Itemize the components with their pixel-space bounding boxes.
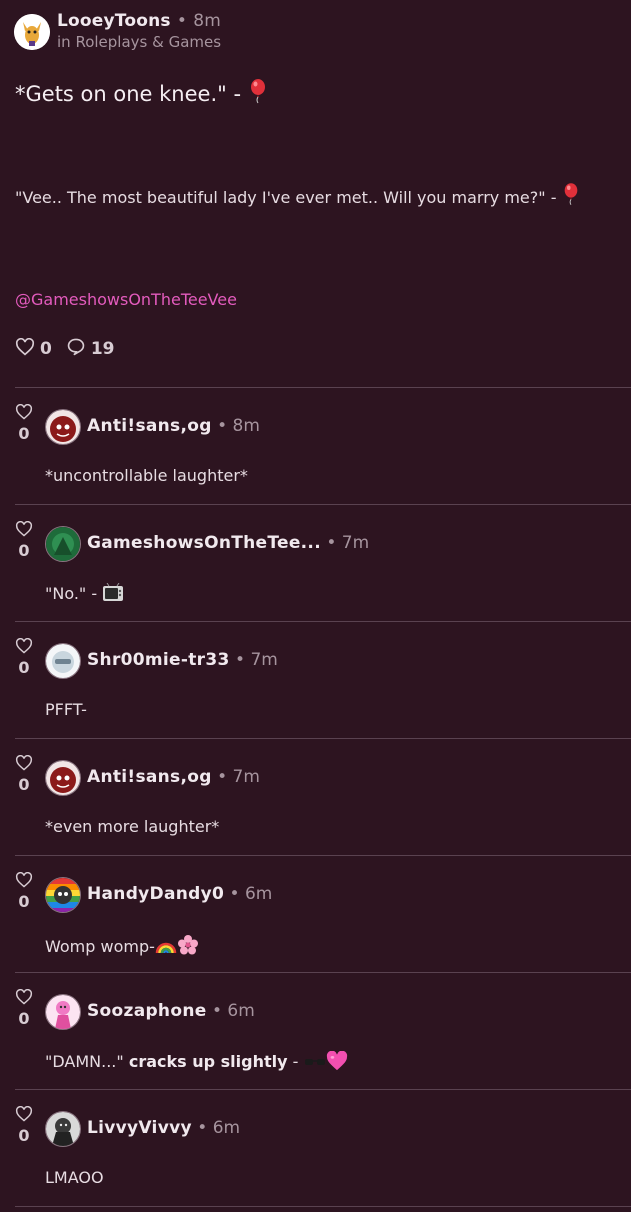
separator-dot: •: [217, 416, 228, 436]
comment-author-name[interactable]: GameshowsOnTheTee...: [87, 533, 321, 553]
pink-heart-emoji: [326, 1050, 348, 1075]
comments-list: 0 Anti!sans,og • 8m *uncontrollable laug…: [15, 387, 631, 1206]
comment-item: 0 Anti!sans,og • 8m *uncontrollable laug…: [15, 387, 631, 504]
post-time: 8m: [193, 11, 221, 31]
comment-like-count: 0: [18, 775, 30, 794]
divider: [15, 1206, 631, 1207]
post-body-text: "Vee.. The most beautiful lady I've ever…: [15, 188, 557, 207]
comment-like-button[interactable]: 0: [15, 520, 33, 560]
post-community[interactable]: in Roleplays & Games: [57, 31, 221, 53]
comment-time: 7m: [250, 650, 278, 670]
separator-dot: •: [176, 11, 188, 31]
post-body: "Vee.. The most beautiful lady I've ever…: [15, 182, 580, 210]
comment-item: 0 Anti!sans,og • 7m *even more laughter*: [15, 738, 631, 855]
post-title: *Gets on one knee." -: [15, 78, 268, 109]
comment-time: 7m: [232, 767, 260, 787]
heart-outline-icon: [15, 1105, 33, 1122]
comment-text: "No." -: [45, 582, 124, 607]
comment-text: Womp womp-: [45, 934, 199, 960]
separator-dot: •: [211, 1001, 222, 1021]
post-comment-button[interactable]: 19: [66, 337, 115, 361]
heart-outline-icon: [15, 988, 33, 1005]
sunglasses-emoji: [304, 1054, 326, 1073]
comment-like-count: 0: [18, 658, 30, 677]
post-title-text: *Gets on one knee." -: [15, 82, 242, 106]
comment-text: LMAOO: [45, 1168, 104, 1187]
avatar[interactable]: [45, 994, 81, 1030]
comment-text: *uncontrollable laughter*: [45, 466, 248, 485]
avatar[interactable]: [45, 409, 81, 445]
heart-outline-icon: [15, 403, 33, 420]
red-balloon-emoji: [562, 182, 580, 210]
heart-outline-icon: [15, 520, 33, 537]
avatar[interactable]: [45, 643, 81, 679]
comment-text-tail: -: [292, 1052, 299, 1071]
comment-author-name[interactable]: LivvyVivvy: [87, 1118, 192, 1138]
user-mention-link[interactable]: @GameshowsOnTheTeeVee: [15, 290, 237, 309]
comment-item: 0 Shr00mie-tr33 • 7m PFFT-: [15, 621, 631, 738]
comment-author-name[interactable]: HandyDandy0: [87, 884, 224, 904]
heart-outline-icon: [15, 637, 33, 654]
comment-text-content: "No." -: [45, 584, 98, 603]
comment-author-name[interactable]: Shr00mie-tr33: [87, 650, 230, 670]
television-emoji: [102, 582, 124, 607]
comment-item: 0 HandyDandy0 • 6m Womp womp-: [15, 855, 631, 972]
comment-time: 6m: [212, 1118, 241, 1138]
comment-author-name[interactable]: Anti!sans,og: [87, 416, 212, 436]
comment-like-button[interactable]: 0: [15, 1105, 33, 1145]
comment-like-button[interactable]: 0: [15, 754, 33, 794]
heart-outline-icon: [15, 871, 33, 888]
avatar[interactable]: [45, 760, 81, 796]
comment-like-count: 0: [18, 424, 30, 443]
comment-like-count: 0: [18, 541, 30, 560]
comment-item: 0 LivvyVivvy • 6m LMAOO: [15, 1089, 631, 1206]
comment-text: "DAMN..." cracks up slightly -: [45, 1050, 348, 1075]
post-like-button[interactable]: 0: [15, 337, 52, 361]
avatar[interactable]: [45, 526, 81, 562]
comment-item: 0 GameshowsOnTheTee... • 7m "No." -: [15, 504, 631, 621]
avatar[interactable]: [45, 877, 81, 913]
comment-like-count: 0: [18, 1126, 30, 1145]
comment-author-name[interactable]: Anti!sans,og: [87, 767, 212, 787]
comment-time: 6m: [227, 1001, 255, 1021]
separator-dot: •: [197, 1118, 208, 1138]
comment-like-count: 0: [18, 1009, 30, 1028]
separator-dot: •: [217, 767, 228, 787]
post-header: LooeyToons • 8m in Roleplays & Games: [14, 10, 221, 56]
comment-author-name[interactable]: Soozaphone: [87, 1001, 207, 1021]
comment-like-button[interactable]: 0: [15, 637, 33, 677]
post-author-name[interactable]: LooeyToons: [57, 11, 171, 31]
heart-outline-icon: [15, 754, 33, 771]
comment-item: 0 Soozaphone • 6m "DAMN..." cracks up sl…: [15, 972, 631, 1089]
cherry-blossom-emoji: [177, 934, 199, 960]
author-avatar[interactable]: [14, 14, 50, 50]
comment-like-button[interactable]: 0: [15, 403, 33, 443]
comment-like-button[interactable]: 0: [15, 871, 33, 911]
comment-time: 8m: [232, 416, 260, 436]
comment-text-content: "DAMN...": [45, 1052, 124, 1071]
post-actions: 0 19: [15, 337, 129, 361]
comment-text: *even more laughter*: [45, 817, 220, 836]
comment-like-button[interactable]: 0: [15, 988, 33, 1028]
comment-like-count: 0: [18, 892, 30, 911]
separator-dot: •: [235, 650, 246, 670]
comment-text-content: Womp womp-: [45, 937, 155, 956]
heart-outline-icon: [15, 337, 35, 361]
separator-dot: •: [229, 884, 240, 904]
comment-time: 6m: [244, 884, 273, 904]
avatar[interactable]: [45, 1111, 81, 1147]
comment-text-bold: cracks up slightly: [128, 1052, 288, 1071]
rainbow-emoji: [155, 936, 177, 960]
separator-dot: •: [326, 533, 337, 553]
comment-time: 7m: [341, 533, 370, 553]
red-balloon-emoji: [248, 78, 268, 109]
speech-bubble-icon: [66, 337, 86, 361]
post-comment-count: 19: [90, 339, 115, 359]
post-like-count: 0: [40, 339, 52, 359]
comment-text: PFFT-: [45, 700, 87, 719]
